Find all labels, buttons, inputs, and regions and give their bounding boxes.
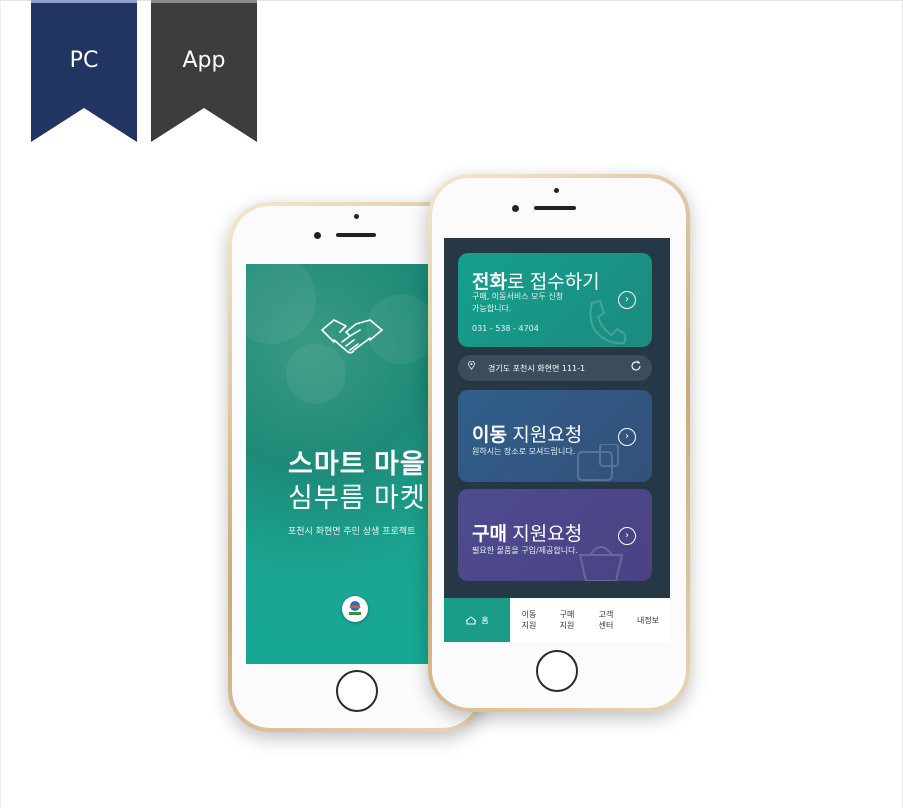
tab-pc-label: PC — [69, 48, 99, 73]
bottom-tab-bar: 홈 이동지원 구매지원 고객센터 내정보 — [444, 598, 670, 642]
phone-mockup-front: 전화로 접수하기 구매, 이동서비스 모두 신청 가능합니다. 031 - 53… — [428, 174, 690, 712]
purchase-card-title: 구매 지원요청 — [472, 519, 582, 546]
chevron-right-icon[interactable]: › — [618, 428, 636, 446]
tab-buy-label-2: 지원 — [559, 621, 575, 630]
move-card-desc: 원하시는 장소로 모셔드립니다. — [472, 447, 576, 456]
purchase-card-title-bold: 구매 — [472, 524, 507, 545]
tab-app[interactable]: App — [151, 0, 257, 142]
speaker-icon — [336, 233, 376, 237]
location-bar[interactable]: 경기도 포천시 화현면 111-1 — [458, 355, 652, 381]
chevron-right-icon[interactable]: › — [618, 291, 636, 309]
home-button[interactable] — [536, 650, 578, 692]
tab-buy-label-1: 구매 — [559, 610, 575, 619]
camera-icon — [314, 232, 321, 239]
purchase-card-desc: 필요한 물품을 구입/제공합니다. — [472, 546, 579, 555]
camera-icon — [512, 205, 519, 212]
tab-cs-label-2: 센터 — [598, 621, 614, 630]
phone-card-line2: 가능합니다. — [472, 304, 512, 313]
home-icon — [466, 615, 477, 624]
city-logo-icon — [342, 596, 368, 622]
phone-order-card[interactable]: 전화로 접수하기 구매, 이동서비스 모두 신청 가능합니다. 031 - 53… — [458, 253, 652, 347]
tab-app-label: App — [182, 48, 226, 73]
bus-icon — [577, 444, 619, 481]
tab-my-info[interactable]: 내정보 — [626, 598, 670, 642]
move-support-card[interactable]: 이동 지원요청 원하시는 장소로 모셔드립니다. › — [458, 390, 652, 482]
app-main-screen: 전화로 접수하기 구매, 이동서비스 모두 신청 가능합니다. 031 - 53… — [444, 238, 670, 642]
tab-move-label-2: 지원 — [521, 621, 537, 630]
speaker-icon — [534, 206, 576, 210]
refresh-icon[interactable] — [630, 360, 642, 372]
chevron-right-icon[interactable]: › — [618, 527, 636, 545]
move-card-title-bold: 이동 — [472, 425, 507, 446]
tab-home-label: 홈 — [481, 615, 489, 625]
location-pin-icon — [468, 361, 475, 370]
splash-subtitle: 심부름 마켓 — [288, 483, 426, 513]
basket-icon — [578, 546, 624, 581]
location-text: 경기도 포천시 화현면 111-1 — [488, 364, 586, 373]
phone-card-title: 전화로 접수하기 — [472, 267, 600, 294]
phone-number: 031 - 538 - 4704 — [472, 324, 539, 333]
purchase-card-title-rest: 지원요청 — [506, 524, 583, 545]
tab-customer-center[interactable]: 고객센터 — [586, 598, 626, 642]
phone-card-title-rest: 로 접수하기 — [506, 272, 600, 293]
home-button[interactable] — [336, 670, 378, 712]
sensor-icon — [354, 214, 359, 219]
move-card-title: 이동 지원요청 — [472, 420, 582, 447]
sensor-icon — [554, 188, 559, 193]
phone-card-title-bold: 전화 — [472, 272, 507, 293]
bokeh-light — [246, 264, 316, 344]
move-card-title-rest: 지원요청 — [506, 425, 583, 446]
ribbon-band — [31, 0, 137, 3]
phone-card-line1: 구매, 이동서비스 모두 신청 — [472, 292, 564, 301]
tab-cs-label-1: 고객 — [598, 610, 614, 619]
tab-home[interactable]: 홈 — [444, 598, 510, 642]
tab-move-support[interactable]: 이동지원 — [510, 598, 548, 642]
tab-purchase-support[interactable]: 구매지원 — [548, 598, 586, 642]
tab-move-label-1: 이동 — [521, 610, 537, 619]
handshake-icon — [321, 319, 383, 354]
splash-description: 포천시 화현면 주민 상생 프로젝트 — [288, 527, 416, 537]
purchase-support-card[interactable]: 구매 지원요청 필요한 물품을 구입/제공합니다. › — [458, 489, 652, 581]
tab-my-label: 내정보 — [636, 615, 660, 625]
ribbon-band — [151, 0, 257, 3]
tab-pc[interactable]: PC — [31, 0, 137, 142]
